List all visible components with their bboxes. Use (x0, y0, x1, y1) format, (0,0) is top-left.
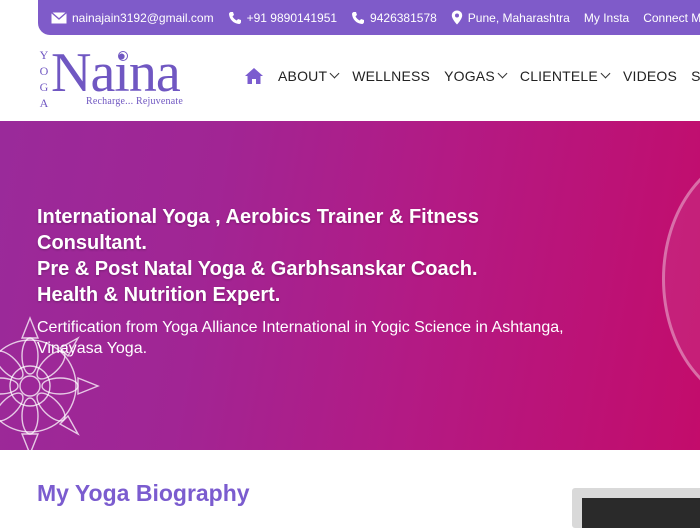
home-icon[interactable] (244, 67, 264, 85)
nav-yogas[interactable]: YOGAS (444, 68, 508, 84)
hero-line-1: International Yoga , Aerobics Trainer & … (37, 206, 479, 228)
main-nav: ABOUT WELLNESS YOGAS CLIENTELE VIDEOS SE… (244, 67, 700, 85)
location-text: Pune, Maharashtra (467, 10, 570, 25)
site-header: Y O G A Naina Recharge... Rejuvenate ABO… (0, 35, 700, 121)
email-contact[interactable]: nainajain3192@gmail.com (51, 11, 214, 25)
connect-label: Connect Me (643, 10, 700, 25)
hero-line-3: Pre & Post Natal Yoga & Garbhsanskar Coa… (37, 258, 478, 280)
insta-label: My Insta (583, 10, 630, 25)
hero-line-4: Health & Nutrition Expert. (37, 284, 281, 306)
nav-videos[interactable]: VIDEOS (623, 68, 677, 84)
nav-about[interactable]: ABOUT (278, 68, 340, 84)
hero-banner: International Yoga , Aerobics Trainer & … (0, 121, 700, 450)
map-pin-icon (451, 10, 463, 25)
logo-tagline: Recharge... Rejuvenate (86, 96, 183, 107)
nav-clientele[interactable]: CLIENTELE (520, 68, 611, 84)
video-player[interactable] (582, 498, 700, 528)
phone-icon (228, 11, 242, 25)
chevron-down-icon (497, 68, 508, 78)
site-logo[interactable]: Y O G A Naina Recharge... Rejuvenate (37, 42, 202, 111)
mail-icon (51, 11, 67, 24)
logo-yoga-letters: Y O G A (39, 48, 49, 110)
section-title: My Yoga Biography (37, 480, 250, 506)
lotus-icon (117, 49, 129, 67)
chevron-down-icon (600, 68, 611, 78)
chevron-down-icon (329, 68, 340, 78)
phone-contact-1[interactable]: +91 9890141951 (228, 11, 337, 25)
hero-decorative-circle (662, 151, 700, 407)
top-contact-bar: nainajain3192@gmail.com +91 9890141951 9… (38, 0, 700, 35)
location-info: Pune, Maharashtra (451, 10, 570, 25)
phone-text-1: +91 9890141951 (246, 10, 338, 25)
insta-link[interactable]: My Insta (584, 11, 629, 25)
phone-text-2: 9426381578 (370, 10, 437, 25)
hero-headline: International Yoga , Aerobics Trainer & … (37, 204, 557, 308)
phone-icon (351, 11, 365, 25)
hero-subtitle: Certification from Yoga Alliance Interna… (37, 319, 564, 357)
hero-line-2: Consultant. (37, 232, 147, 254)
email-text: nainajain3192@gmail.com (72, 10, 214, 25)
nav-seminars[interactable]: SEM (691, 68, 700, 84)
nav-wellness[interactable]: WELLNESS (352, 68, 430, 84)
connect-link[interactable]: Connect Me (643, 11, 700, 25)
phone-contact-2[interactable]: 9426381578 (351, 11, 437, 25)
